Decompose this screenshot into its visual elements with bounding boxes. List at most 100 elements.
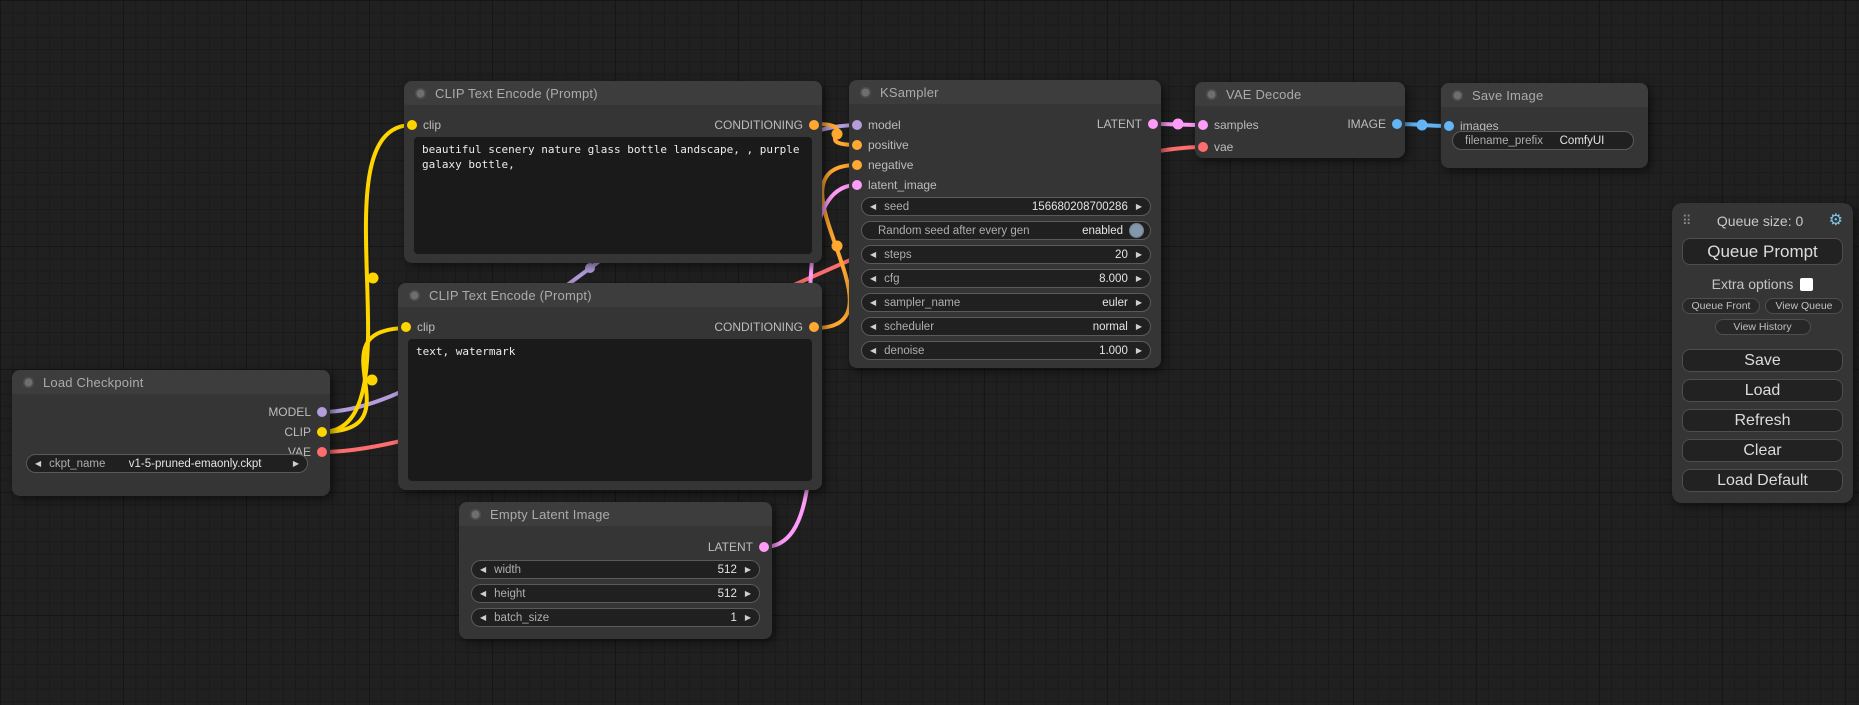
output-model[interactable]: MODEL	[268, 404, 327, 420]
output-image[interactable]: IMAGE	[1347, 116, 1402, 132]
node-titlebar[interactable]: Load Checkpoint	[12, 370, 330, 394]
steps-widget[interactable]: ◀ steps 20 ▶	[861, 245, 1151, 264]
node-load-checkpoint[interactable]: Load Checkpoint MODEL CLIP VAE ◀ ckpt_na…	[12, 370, 330, 496]
view-queue-button[interactable]: View Queue	[1765, 298, 1843, 314]
node-clip-text-encode-negative[interactable]: CLIP Text Encode (Prompt) clip CONDITION…	[398, 283, 822, 490]
node-titlebar[interactable]: Empty Latent Image	[459, 502, 772, 526]
collapse-toggle-icon[interactable]	[1452, 90, 1463, 101]
model-port-icon[interactable]	[317, 407, 327, 417]
collapse-toggle-icon[interactable]	[470, 509, 481, 520]
input-negative[interactable]: negative	[852, 157, 913, 173]
collapse-toggle-icon[interactable]	[860, 87, 871, 98]
save-button[interactable]: Save	[1682, 349, 1843, 372]
decrement-arrow-icon[interactable]: ◀	[472, 590, 494, 598]
queue-prompt-button[interactable]: Queue Prompt	[1682, 238, 1843, 265]
output-conditioning[interactable]: CONDITIONING	[714, 319, 819, 335]
input-positive[interactable]: positive	[852, 137, 909, 153]
increment-arrow-icon[interactable]: ▶	[285, 460, 307, 468]
collapse-toggle-icon[interactable]	[409, 290, 420, 301]
node-titlebar[interactable]: CLIP Text Encode (Prompt)	[398, 283, 822, 307]
node-vae-decode[interactable]: VAE Decode samples vae IMAGE	[1195, 82, 1405, 158]
input-latent-image[interactable]: latent_image	[852, 177, 937, 193]
input-model[interactable]: model	[852, 117, 901, 133]
clip-port-icon[interactable]	[407, 120, 417, 130]
input-samples[interactable]: samples	[1198, 117, 1259, 133]
collapse-toggle-icon[interactable]	[23, 377, 34, 388]
increment-arrow-icon[interactable]: ▶	[1128, 203, 1150, 211]
ckpt-name-widget[interactable]: ◀ ckpt_name v1-5-pruned-emaonly.ckpt ▶	[26, 454, 308, 473]
vae-port-icon[interactable]	[1198, 142, 1208, 152]
node-titlebar[interactable]: KSampler	[849, 80, 1161, 104]
decrement-arrow-icon[interactable]: ◀	[862, 203, 884, 211]
clear-button[interactable]: Clear	[1682, 439, 1843, 462]
view-history-button[interactable]: View History	[1715, 319, 1811, 335]
seed-widget[interactable]: ◀ seed 156680208700286 ▶	[861, 197, 1151, 216]
width-widget[interactable]: ◀ width 512 ▶	[471, 560, 760, 579]
toggle-enabled-icon[interactable]	[1129, 223, 1144, 238]
model-port-icon[interactable]	[852, 120, 862, 130]
latent-port-icon[interactable]	[1198, 120, 1208, 130]
node-save-image[interactable]: Save Image images filename_prefix ComfyU…	[1441, 83, 1648, 168]
increment-arrow-icon[interactable]: ▶	[1128, 299, 1150, 307]
denoise-widget[interactable]: ◀ denoise 1.000 ▶	[861, 341, 1151, 360]
sampler-name-widget[interactable]: ◀ sampler_name euler ▶	[861, 293, 1151, 312]
image-port-icon[interactable]	[1392, 119, 1402, 129]
batch-size-widget[interactable]: ◀ batch_size 1 ▶	[471, 608, 760, 627]
output-latent[interactable]: LATENT	[1097, 116, 1158, 132]
output-latent[interactable]: LATENT	[708, 539, 769, 555]
decrement-arrow-icon[interactable]: ◀	[472, 566, 494, 574]
extra-options-checkbox[interactable]	[1800, 278, 1813, 291]
input-clip[interactable]: clip	[407, 117, 441, 133]
decrement-arrow-icon[interactable]: ◀	[27, 460, 49, 468]
increment-arrow-icon[interactable]: ▶	[737, 614, 759, 622]
cfg-widget[interactable]: ◀ cfg 8.000 ▶	[861, 269, 1151, 288]
image-port-icon[interactable]	[1444, 121, 1454, 131]
node-empty-latent-image[interactable]: Empty Latent Image LATENT ◀ width 512 ▶ …	[459, 502, 772, 639]
filename-prefix-widget[interactable]: filename_prefix ComfyUI	[1452, 131, 1634, 150]
latent-port-icon[interactable]	[759, 542, 769, 552]
conditioning-port-icon[interactable]	[809, 120, 819, 130]
collapse-toggle-icon[interactable]	[415, 88, 426, 99]
increment-arrow-icon[interactable]: ▶	[1128, 323, 1150, 331]
latent-port-icon[interactable]	[1148, 119, 1158, 129]
output-clip[interactable]: CLIP	[284, 424, 327, 440]
refresh-button[interactable]: Refresh	[1682, 409, 1843, 432]
negative-prompt-textarea[interactable]: text, watermark	[408, 339, 812, 481]
latent-port-icon[interactable]	[852, 180, 862, 190]
height-widget[interactable]: ◀ height 512 ▶	[471, 584, 760, 603]
random-seed-toggle-widget[interactable]: Random seed after every gen enabled	[861, 221, 1151, 240]
decrement-arrow-icon[interactable]: ◀	[862, 299, 884, 307]
load-default-button[interactable]: Load Default	[1682, 469, 1843, 492]
conditioning-port-icon[interactable]	[852, 160, 862, 170]
conditioning-port-icon[interactable]	[852, 140, 862, 150]
node-titlebar[interactable]: CLIP Text Encode (Prompt)	[404, 81, 822, 105]
node-clip-text-encode-positive[interactable]: CLIP Text Encode (Prompt) clip CONDITION…	[404, 81, 822, 263]
input-vae[interactable]: vae	[1198, 139, 1233, 155]
node-titlebar[interactable]: Save Image	[1441, 83, 1648, 107]
node-ksampler[interactable]: KSampler model positive negative latent_…	[849, 80, 1161, 368]
drag-handle-icon[interactable]: ⠿	[1682, 213, 1692, 229]
increment-arrow-icon[interactable]: ▶	[1128, 275, 1150, 283]
comfyui-canvas[interactable]: { "colors": { "model": "#B39DDB", "clip"…	[0, 0, 1859, 705]
vae-port-icon[interactable]	[317, 447, 327, 457]
decrement-arrow-icon[interactable]: ◀	[862, 347, 884, 355]
output-conditioning[interactable]: CONDITIONING	[714, 117, 819, 133]
clip-port-icon[interactable]	[401, 322, 411, 332]
increment-arrow-icon[interactable]: ▶	[1128, 347, 1150, 355]
load-button[interactable]: Load	[1682, 379, 1843, 402]
input-clip[interactable]: clip	[401, 319, 435, 335]
queue-front-button[interactable]: Queue Front	[1682, 298, 1760, 314]
decrement-arrow-icon[interactable]: ◀	[472, 614, 494, 622]
decrement-arrow-icon[interactable]: ◀	[862, 323, 884, 331]
decrement-arrow-icon[interactable]: ◀	[862, 251, 884, 259]
collapse-toggle-icon[interactable]	[1206, 89, 1217, 100]
decrement-arrow-icon[interactable]: ◀	[862, 275, 884, 283]
increment-arrow-icon[interactable]: ▶	[737, 566, 759, 574]
conditioning-port-icon[interactable]	[809, 322, 819, 332]
increment-arrow-icon[interactable]: ▶	[1128, 251, 1150, 259]
clip-port-icon[interactable]	[317, 427, 327, 437]
positive-prompt-textarea[interactable]: beautiful scenery nature glass bottle la…	[414, 137, 812, 254]
settings-gear-icon[interactable]: ⚙	[1829, 213, 1843, 229]
increment-arrow-icon[interactable]: ▶	[737, 590, 759, 598]
node-titlebar[interactable]: VAE Decode	[1195, 82, 1405, 106]
